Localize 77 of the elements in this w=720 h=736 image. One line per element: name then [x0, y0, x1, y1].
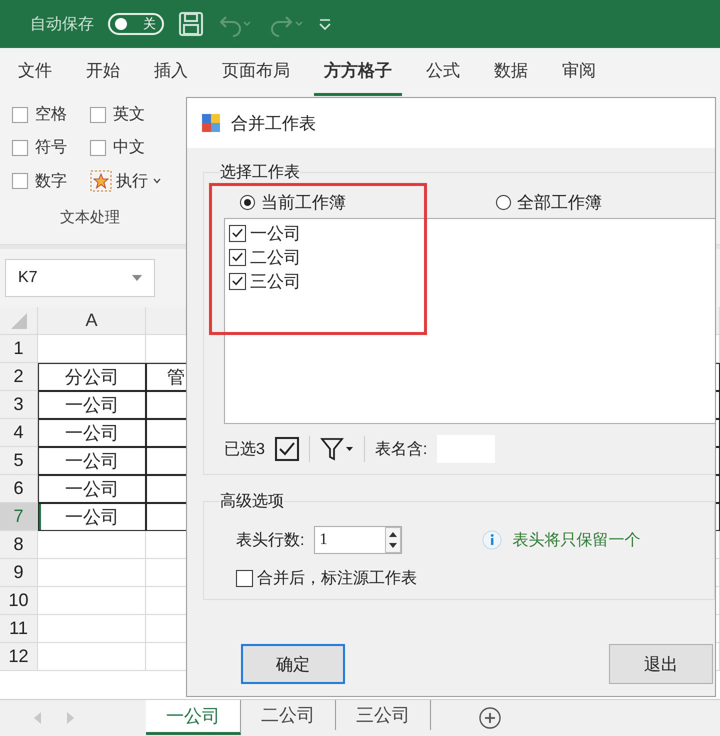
ribbon-tab[interactable]: 审阅 [552, 48, 606, 96]
sheet-tab[interactable]: 二公司 [241, 700, 336, 730]
info-text: 表头将只保留一个 [512, 530, 640, 550]
sheet-tab[interactable]: 三公司 [336, 700, 431, 730]
checkbox[interactable] [12, 140, 28, 156]
add-sheet-icon[interactable] [479, 707, 501, 729]
ribbon-tab[interactable]: 公式 [416, 48, 470, 96]
radio-button[interactable] [240, 195, 255, 210]
row-header[interactable]: 2 [0, 363, 38, 391]
customize-icon[interactable] [318, 17, 332, 31]
name-box[interactable]: K7 [5, 259, 155, 297]
star-icon [90, 170, 112, 192]
sheet-tab[interactable]: 一公司 [146, 700, 241, 735]
checkbox[interactable] [12, 106, 28, 122]
info-icon [482, 530, 502, 550]
dropdown-icon [132, 275, 142, 281]
sheet-name: 三公司 [250, 270, 301, 292]
dialog-title: 合并工作表 [231, 112, 316, 134]
checkbox[interactable] [229, 224, 246, 242]
save-icon[interactable] [178, 11, 204, 37]
execute-button[interactable]: 执行 [90, 170, 180, 192]
row-header[interactable]: 3 [0, 391, 38, 419]
ribbon-tab[interactable]: 插入 [144, 48, 198, 96]
row-header[interactable]: 8 [0, 531, 38, 559]
checkbox[interactable] [229, 248, 246, 266]
sheet-name: 一公司 [250, 222, 301, 244]
autosave-toggle[interactable]: 关 [108, 13, 164, 35]
radio-label[interactable]: 全部工作簿 [517, 191, 602, 214]
filter-label: 表名含: [374, 440, 428, 460]
option-label: 空格 [35, 104, 67, 125]
filter-icon[interactable] [320, 437, 354, 461]
ribbon-tab[interactable]: 开始 [76, 48, 130, 96]
checkbox[interactable] [229, 272, 246, 290]
caret-icon [152, 176, 162, 186]
option-label: 合并后，标注源工作表 [257, 568, 417, 589]
ribbon-tab[interactable]: 页面布局 [212, 48, 300, 96]
ok-button[interactable]: 确定 [241, 644, 345, 684]
select-all-icon[interactable] [274, 437, 299, 461]
group-title: 高级选项 [220, 492, 284, 512]
table-cell: 一公司 [38, 503, 146, 531]
row-header[interactable]: 11 [0, 615, 38, 643]
sheet-name: 二公司 [250, 246, 301, 268]
checkbox[interactable] [236, 570, 253, 587]
row-header[interactable]: 6 [0, 475, 38, 503]
dialog-icon [201, 113, 221, 133]
table-cell: 一公司 [38, 475, 146, 503]
table-cell: 一公司 [38, 419, 146, 447]
column-header[interactable]: A [38, 307, 146, 335]
row-header[interactable]: 1 [0, 335, 38, 363]
header-rows-label: 表头行数: [236, 530, 304, 550]
table-cell: 一公司 [38, 447, 146, 475]
table-cell: 分公司 [38, 363, 146, 391]
option-label: 英文 [113, 104, 145, 125]
row-header[interactable]: 9 [0, 559, 38, 587]
radio-label[interactable]: 当前工作簿 [261, 191, 346, 214]
option-label: 中文 [113, 138, 145, 158]
checkbox[interactable] [90, 106, 106, 122]
row-header[interactable]: 10 [0, 587, 38, 615]
group-caption: 文本处理 [60, 208, 121, 227]
selected-count: 已选3 [224, 440, 265, 460]
row-header[interactable]: 4 [0, 419, 38, 447]
group-title: 选择工作表 [220, 162, 300, 183]
option-label: 符号 [35, 138, 67, 158]
row-header[interactable]: 7 [0, 503, 38, 531]
header-rows-spinner[interactable]: 1 [314, 526, 402, 554]
table-cell: 一公司 [38, 391, 146, 419]
option-label: 数字 [35, 172, 67, 192]
checkbox[interactable] [12, 173, 28, 189]
radio-button[interactable] [496, 195, 511, 210]
checkbox[interactable] [90, 140, 106, 156]
ribbon-tab[interactable]: 数据 [484, 48, 538, 96]
ribbon-tab[interactable]: 文件 [8, 48, 62, 96]
row-header[interactable]: 12 [0, 643, 38, 671]
autosave-label: 自动保存 [30, 14, 94, 34]
spin-arrows-icon [385, 527, 402, 553]
exit-button[interactable]: 退出 [609, 644, 713, 684]
row-header[interactable]: 5 [0, 447, 38, 475]
